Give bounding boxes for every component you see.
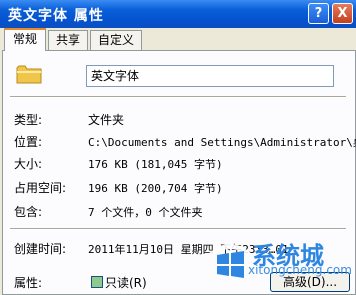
location-label: 位置:	[14, 135, 43, 149]
readonly-checkbox[interactable]	[91, 276, 103, 288]
attributes-label: 属性:	[14, 276, 43, 290]
folder-name-input[interactable]: 英文字体	[86, 65, 334, 87]
size-value: 176 KB (181,045 字节)	[88, 158, 223, 171]
type-value: 文件夹	[88, 113, 125, 127]
separator	[10, 96, 346, 98]
tab-sharing[interactable]: 共享	[48, 30, 88, 50]
readonly-label: 只读(R)	[105, 276, 147, 290]
size-label: 大小:	[14, 157, 43, 171]
created-label: 创建时间:	[14, 242, 67, 256]
help-button[interactable]: ?	[308, 3, 329, 24]
type-label: 类型:	[14, 113, 43, 127]
contains-label: 包含:	[14, 205, 43, 219]
contains-value: 7 个文件，0 个文件夹	[88, 206, 203, 219]
tab-general[interactable]: 常规	[4, 28, 46, 51]
title-bar: 英文字体 属性 ? X	[0, 0, 356, 28]
tab-customize[interactable]: 自定义	[90, 30, 142, 50]
location-value: C:\Documents and Settings\Administrator\…	[88, 136, 356, 149]
disk-size-value: 196 KB (200,704 字节)	[88, 182, 223, 195]
separator	[10, 228, 346, 230]
watermark-url: xitongcheng.com	[248, 263, 352, 277]
disk-size-label: 占用空间:	[14, 181, 67, 195]
folder-icon	[16, 65, 42, 84]
close-button[interactable]: X	[332, 3, 353, 24]
window-title: 英文字体 属性	[8, 8, 104, 24]
